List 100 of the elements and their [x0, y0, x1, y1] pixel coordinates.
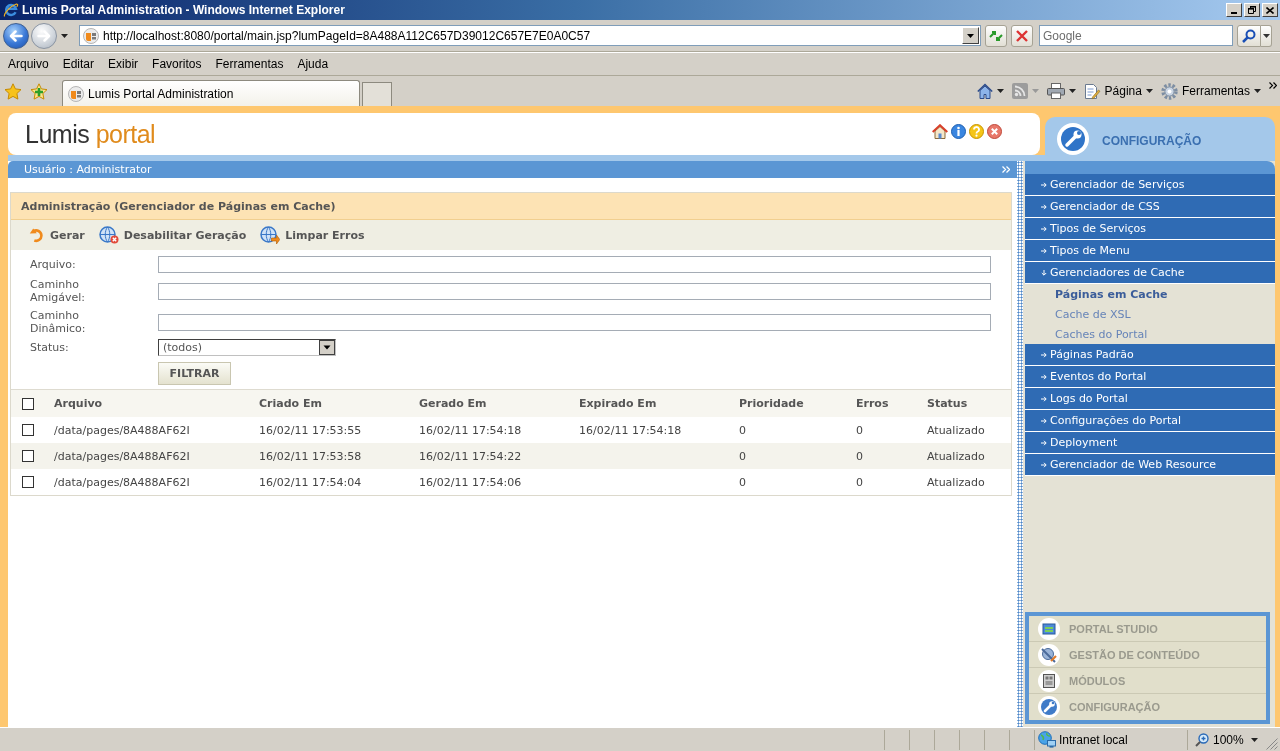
submenu-item[interactable]: Caches do Portal	[1025, 324, 1275, 344]
menu-item[interactable]: Eventos do Portal	[1025, 366, 1275, 388]
minimize-button[interactable]	[1226, 3, 1242, 17]
submenu-item[interactable]: Cache de XSL	[1025, 304, 1275, 324]
caret-icon	[1031, 89, 1039, 93]
close-icon	[1266, 6, 1274, 14]
info-icon[interactable]	[951, 123, 966, 139]
panel-title: Administração (Gerenciador de Páginas em Cache)	[11, 193, 1011, 220]
caret-icon	[1262, 33, 1270, 38]
close-button[interactable]	[1262, 3, 1278, 17]
gear-icon	[1160, 82, 1178, 100]
printer-icon	[1046, 83, 1065, 99]
caret-icon	[1068, 89, 1076, 93]
add-favorite-button[interactable]	[30, 82, 48, 100]
document-pencil-icon	[1083, 82, 1101, 100]
resize-grip-icon[interactable]	[1266, 737, 1278, 750]
table-cell-text: 0	[738, 422, 747, 439]
site-icon	[68, 85, 84, 102]
menu-item[interactable]: Tipos de Menu	[1025, 240, 1275, 262]
search-field[interactable]: Google	[1039, 25, 1233, 46]
table-cell-text: 0	[738, 448, 747, 465]
menu-item[interactable]: Exibir	[101, 57, 146, 71]
clear-errors-button[interactable]: Limpar Erros	[260, 226, 365, 244]
double-chevron-icon[interactable]	[1269, 82, 1277, 89]
table-cell-text: Atualizado	[926, 474, 986, 491]
status-dropdown[interactable]: (todos)	[158, 339, 336, 356]
menu-item[interactable]: Gerenciadores de Cache	[1025, 262, 1275, 284]
refresh-icon	[988, 28, 1004, 43]
table-cell-text: 0	[855, 474, 864, 491]
table-cell-text: /data/pages/8A488AF62I	[53, 422, 191, 439]
refresh-button[interactable]	[985, 24, 1007, 47]
column-header: Expirado Em	[578, 396, 658, 412]
table-cell-text: 16/02/11 17:54:22	[418, 448, 523, 465]
home-icon	[976, 83, 993, 99]
new-tab-button[interactable]	[362, 82, 392, 106]
menu-item[interactable]: Deployment	[1025, 432, 1275, 454]
globe-x-icon	[98, 226, 119, 244]
restore-icon	[1248, 6, 1256, 14]
close-icon[interactable]	[987, 123, 1002, 139]
menu-item[interactable]: Arquivo	[1, 57, 56, 71]
search-icon	[1242, 28, 1256, 43]
restore-button[interactable]	[1244, 3, 1260, 17]
table-cell-text: /data/pages/8A488AF62I	[53, 448, 191, 465]
menu-item[interactable]: Editar	[55, 57, 102, 71]
home-icon[interactable]	[932, 123, 948, 139]
text-field[interactable]	[158, 282, 991, 300]
print-button[interactable]	[1046, 80, 1076, 102]
menu-item[interactable]: Gerenciador de Serviços	[1025, 174, 1275, 196]
caret-icon	[996, 89, 1004, 93]
network-icon	[1038, 731, 1056, 748]
back-button[interactable]	[3, 22, 29, 49]
field-label: Caminho Amigável:	[29, 278, 87, 304]
menu-item[interactable]: Logs do Portal	[1025, 388, 1275, 410]
generate-button[interactable]: Gerar	[29, 227, 85, 243]
table-cell-text: Atualizado	[926, 448, 986, 465]
column-header: Status	[926, 396, 969, 412]
table-cell-text: 0	[855, 422, 864, 439]
menu-item[interactable]: Ferramentas	[208, 57, 291, 71]
zone-indicator: Intranet local	[1034, 729, 1187, 750]
text-field[interactable]	[158, 313, 991, 331]
menu-item[interactable]: Gerenciador de CSS	[1025, 196, 1275, 218]
table-cell-text: 0	[855, 448, 864, 465]
browser-tab[interactable]: Lumis Portal Administration	[62, 80, 360, 106]
stop-button[interactable]	[1011, 24, 1033, 47]
column-header: Prioridade	[738, 396, 805, 412]
feed-icon	[1011, 83, 1028, 99]
menu-item[interactable]: Páginas Padrão	[1025, 344, 1275, 366]
row-checkbox[interactable]	[22, 476, 34, 488]
caret-icon	[1145, 89, 1153, 93]
menu-item[interactable]: Gerenciador de Web Resource	[1025, 454, 1275, 476]
column-header: Erros	[855, 396, 890, 412]
select-all-checkbox[interactable]	[22, 397, 34, 410]
search-button[interactable]	[1237, 24, 1261, 47]
submenu-item[interactable]: Páginas em Cache	[1025, 284, 1275, 304]
row-checkbox[interactable]	[22, 424, 34, 436]
window-title: Lumis Portal Administration - Windows Internet Explorer	[22, 3, 345, 17]
caret-icon	[1254, 89, 1261, 93]
field-label: Status:	[29, 341, 70, 354]
menu-item[interactable]: Configurações do Portal	[1025, 410, 1275, 432]
field-label: Caminho Dinâmico:	[29, 309, 87, 335]
search-options-button[interactable]	[1261, 24, 1272, 47]
satellite-icon	[1038, 643, 1060, 666]
caret-icon	[967, 33, 974, 38]
disable-generation-button[interactable]: Desabilitar Geração	[98, 226, 247, 244]
right-arrow-icon	[37, 29, 51, 42]
zoom-button[interactable]: 100%	[1187, 729, 1264, 750]
filter-button[interactable]: FILTRAR	[158, 362, 231, 385]
wrench-icon	[1057, 123, 1089, 155]
menu-item[interactable]: Tipos de Serviços	[1025, 218, 1275, 240]
caret-icon	[1251, 737, 1258, 742]
menu-item[interactable]: Ajuda	[290, 57, 336, 71]
address-dropdown-button[interactable]	[962, 27, 979, 44]
table-cell-text: 16/02/11 17:53:58	[258, 448, 363, 465]
table-cell-text: 16/02/11 17:54:06	[418, 474, 523, 491]
menu-item[interactable]: Favoritos	[145, 57, 209, 71]
page-menu-button[interactable]: Página	[1083, 80, 1153, 102]
row-checkbox[interactable]	[22, 450, 34, 462]
text-field[interactable]	[158, 256, 991, 273]
address-field[interactable]: http://localhost:8080/portal/main.jsp?lumPageId=8A488A112C657D39012C657E7E0A0C57	[79, 25, 981, 46]
tools-menu-button[interactable]: Ferramentas	[1160, 80, 1261, 102]
